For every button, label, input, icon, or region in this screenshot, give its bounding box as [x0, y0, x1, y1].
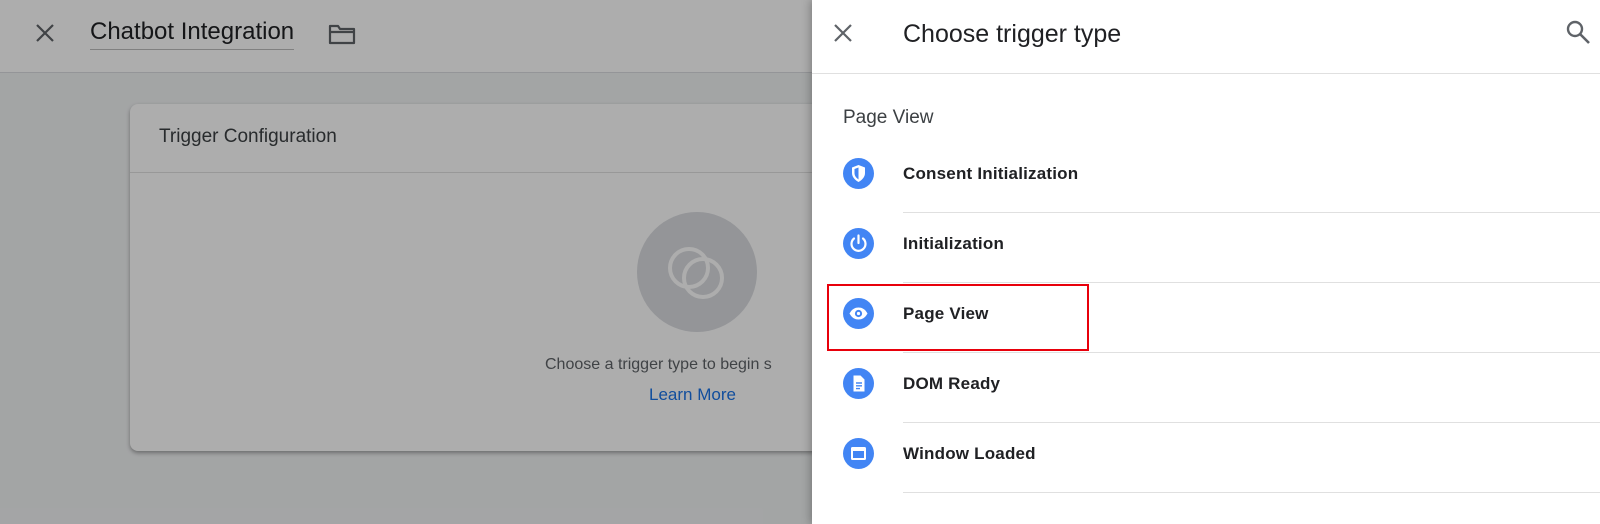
trigger-type-initialization[interactable]: Initialization [812, 212, 1600, 283]
shield-icon [843, 158, 874, 189]
selection-highlight-box [827, 284, 1089, 351]
panel-header: Choose trigger type [812, 0, 1600, 74]
trigger-type-label: Consent Initialization [903, 164, 1079, 183]
trigger-type-label: Initialization [903, 234, 1005, 253]
close-icon[interactable] [828, 18, 858, 48]
power-icon [843, 228, 874, 259]
window-icon [843, 438, 874, 469]
trigger-type-label: Window Loaded [903, 444, 1036, 463]
panel-title: Choose trigger type [903, 20, 1122, 48]
trigger-type-dom-ready[interactable]: DOM Ready [812, 352, 1600, 423]
section-heading: Page View [843, 107, 934, 128]
trigger-type-consent-initialization[interactable]: Consent Initialization [812, 142, 1600, 213]
document-icon [843, 368, 874, 399]
trigger-type-window-loaded[interactable]: Window Loaded [812, 422, 1600, 493]
trigger-type-label: DOM Ready [903, 374, 1001, 393]
search-icon[interactable] [1564, 18, 1592, 46]
trigger-type-panel: Choose trigger type Page View Consent In… [812, 0, 1600, 524]
divider [903, 492, 1600, 493]
